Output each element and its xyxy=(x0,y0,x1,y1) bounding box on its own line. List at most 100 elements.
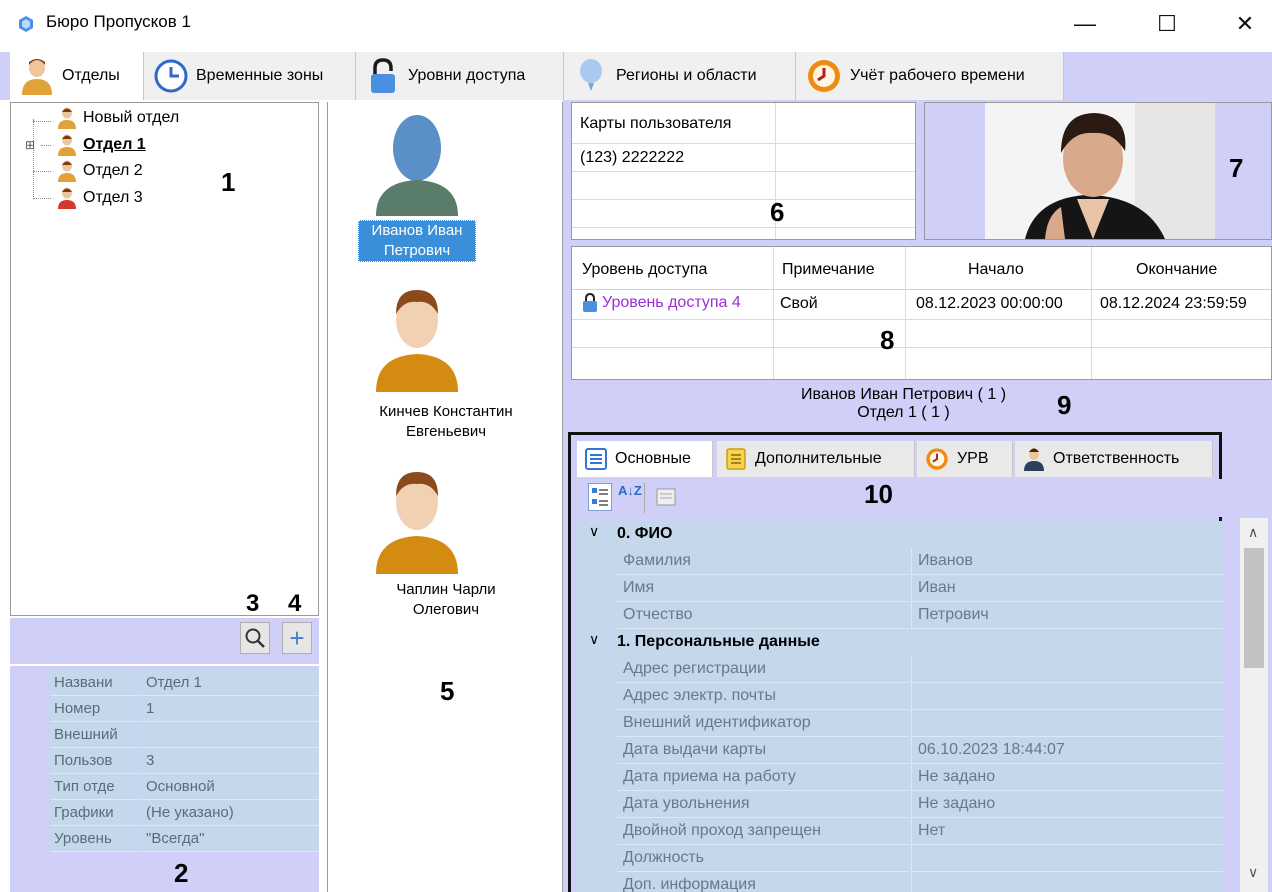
chevron-down-icon[interactable]: ∨ xyxy=(589,631,599,648)
property-row[interactable]: Двойной проход запрещен Нет xyxy=(575,818,1223,845)
category-fio[interactable]: ∨ 0. ФИО xyxy=(575,521,1223,548)
property-row[interactable]: Внешний идентификатор xyxy=(575,710,1223,737)
employee-photo xyxy=(985,103,1215,239)
tree-toolbar: 3 4 + xyxy=(10,590,319,664)
employee-name-selected[interactable]: Иванов Иван Петрович xyxy=(358,220,476,262)
property-grid: ∨ 0. ФИО Фамилия Иванов Имя Иван Отчество П… xyxy=(575,521,1223,892)
card-number[interactable]: (123) 2222222 xyxy=(580,149,684,167)
employee-name-line: Иванов Иван xyxy=(371,222,463,239)
department-tree: Новый отдел ⊞ Отдел 1 Отдел 2 Отдел 3 1 xyxy=(10,102,319,616)
property-row[interactable]: Дата увольнения Не задано xyxy=(575,791,1223,818)
employee-name-line: Олегович xyxy=(412,601,480,618)
person-badge-icon xyxy=(1024,448,1044,471)
property-grid-scrollbar[interactable]: ∧ ∨ xyxy=(1240,518,1268,892)
property-row[interactable]: Тип отде Основной xyxy=(10,774,319,800)
categorized-button[interactable] xyxy=(588,483,612,511)
access-level-link[interactable]: Уровень доступа 4 xyxy=(602,294,741,312)
avatar-selected xyxy=(376,115,458,216)
expand-icon[interactable]: ⊞ xyxy=(25,138,35,152)
property-row[interactable]: Доп. информация xyxy=(575,872,1223,892)
property-row[interactable]: Адрес регистрации xyxy=(575,656,1223,683)
tree-item-department-3[interactable]: Отдел 3 xyxy=(33,187,143,209)
tab-main[interactable]: Основные xyxy=(577,441,713,477)
access-level-cell[interactable]: Уровень доступа 4 xyxy=(582,293,741,313)
tab-responsibility[interactable]: Ответственность xyxy=(1015,441,1213,477)
sort-az-icon: A↓Z xyxy=(618,483,642,498)
property-row[interactable]: Имя Иван xyxy=(575,575,1223,602)
scroll-up-icon[interactable]: ∧ xyxy=(1248,524,1258,541)
marker-7: 7 xyxy=(1229,153,1244,183)
close-button[interactable]: ✕ xyxy=(1218,6,1272,42)
property-row[interactable]: Уровень "Всегда" xyxy=(10,826,319,852)
employee-name[interactable]: Кинчев Константин Евгеньевич xyxy=(328,402,564,442)
note-icon xyxy=(726,448,746,470)
minimize-button[interactable]: — xyxy=(1058,6,1112,42)
tab-regions[interactable]: Регионы и области xyxy=(564,52,796,100)
property-row[interactable]: Названи Отдел 1 xyxy=(10,670,319,696)
tree-item-label: Новый отдел xyxy=(83,109,180,126)
property-row[interactable]: Фамилия Иванов xyxy=(575,548,1223,575)
employee-properties-frame: Основные Дополнительные УРВ Ответственно… xyxy=(568,432,1223,892)
employee-card[interactable] xyxy=(368,108,466,216)
property-row[interactable]: Пользов 3 xyxy=(10,748,319,774)
tree-item-department-1[interactable]: ⊞ Отдел 1 xyxy=(25,134,146,156)
person-red-icon xyxy=(58,187,76,209)
tab-departments[interactable]: Отделы xyxy=(10,52,144,100)
property-pages-icon xyxy=(656,488,676,506)
tab-label: Уровни доступа xyxy=(408,67,526,84)
department-properties: Названи Отдел 1 Номер 1 Внешний Пользов 3 Т… xyxy=(10,666,319,892)
tab-label: Временные зоны xyxy=(196,67,324,84)
search-button[interactable] xyxy=(240,622,270,654)
alphabetical-button[interactable]: A↓Z xyxy=(618,483,642,498)
property-grid-toolbar: A↓Z 10 xyxy=(574,479,1222,517)
maximize-button[interactable]: ☐ xyxy=(1140,6,1194,42)
balloon-icon xyxy=(580,59,602,91)
employee-name-line: Кинчев Константин xyxy=(379,403,513,420)
employee-card[interactable] xyxy=(368,284,466,392)
tab-work-time[interactable]: Учёт рабочего времени xyxy=(796,52,1064,100)
employee-name-line: Петрович xyxy=(383,242,451,259)
app-icon xyxy=(19,16,33,32)
add-button[interactable]: + xyxy=(282,622,312,654)
tree-item-department-2[interactable]: Отдел 2 xyxy=(33,160,143,182)
column-header[interactable]: Примечание xyxy=(782,261,875,279)
property-row[interactable]: Должность xyxy=(575,845,1223,872)
category-title: 0. ФИО xyxy=(617,525,673,542)
chevron-down-icon[interactable]: ∨ xyxy=(589,523,599,540)
property-row[interactable]: Дата приема на работу Не задано xyxy=(575,764,1223,791)
tab-label: Ответственность xyxy=(1053,450,1180,467)
category-personal-data[interactable]: ∨ 1. Персональные данные xyxy=(575,629,1223,656)
property-row[interactable]: Отчество Петрович xyxy=(575,602,1223,629)
property-row[interactable]: Графики (Не указано) xyxy=(10,800,319,826)
marker-5: 5 xyxy=(440,676,455,706)
property-row[interactable]: Дата выдачи карты 06.10.2023 18:44:07 xyxy=(575,737,1223,764)
person-icon xyxy=(58,107,76,129)
employee-name-line: Евгеньевич xyxy=(405,423,487,440)
scroll-down-icon[interactable]: ∨ xyxy=(1248,864,1258,881)
marker-6: 6 xyxy=(770,197,785,227)
search-icon xyxy=(245,628,265,648)
tab-work-time-tracking[interactable]: УРВ xyxy=(917,441,1013,477)
column-header[interactable]: Окончание xyxy=(1136,261,1217,279)
tab-additional[interactable]: Дополнительные xyxy=(717,441,915,477)
avatar xyxy=(376,472,458,574)
column-header[interactable]: Уровень доступа xyxy=(582,261,707,279)
tab-label: Дополнительные xyxy=(755,450,882,467)
tab-label: Основные xyxy=(615,450,691,467)
property-pages-button[interactable] xyxy=(654,485,678,509)
scrollbar-thumb[interactable] xyxy=(1244,548,1264,668)
column-header[interactable]: Начало xyxy=(968,261,1024,279)
timer-icon xyxy=(926,448,948,470)
tree-item-new-department[interactable]: Новый отдел xyxy=(33,107,179,129)
property-row[interactable]: Адрес электр. почты xyxy=(575,683,1223,710)
tab-time-zones[interactable]: Временные зоны xyxy=(144,52,356,100)
marker-10: 10 xyxy=(864,479,893,509)
property-row[interactable]: Номер 1 xyxy=(10,696,319,722)
selected-employee-info: Иванов Иван Петрович ( 1 ) Отдел 1 ( 1 )… xyxy=(563,386,1272,422)
employee-name[interactable]: Чаплин Чарли Олегович xyxy=(328,580,564,620)
employee-card[interactable] xyxy=(368,466,466,574)
tab-label: Отделы xyxy=(62,67,120,84)
marker-2: 2 xyxy=(174,858,189,888)
tab-access-levels[interactable]: Уровни доступа xyxy=(356,52,564,100)
property-row[interactable]: Внешний xyxy=(10,722,319,748)
